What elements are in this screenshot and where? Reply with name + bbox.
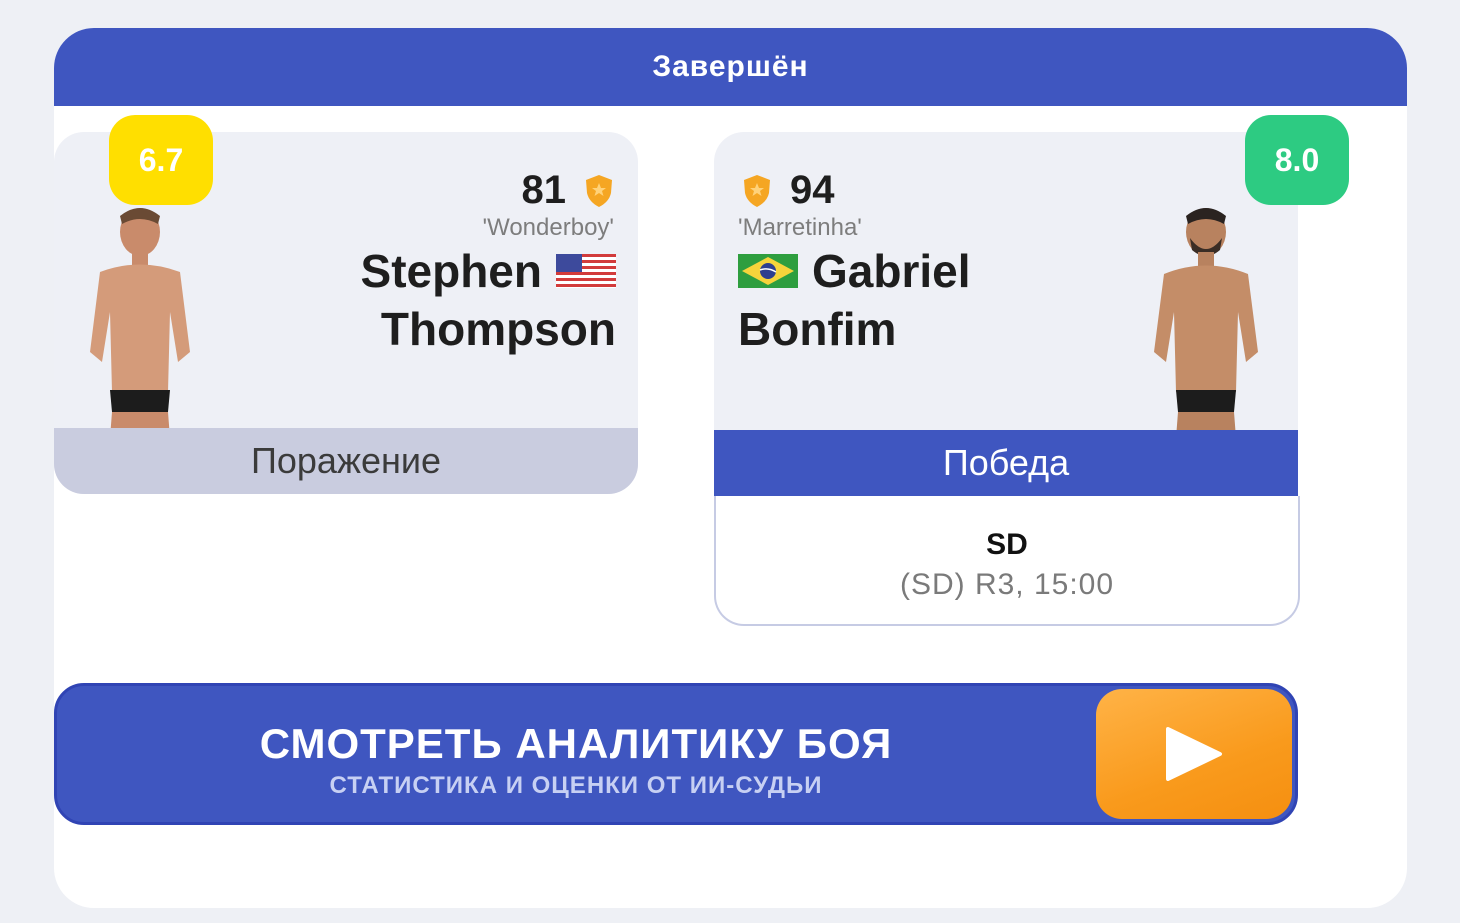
fighter-name[interactable]: Stephen Thompson (361, 242, 616, 358)
win-method-box: SD (SD) R3, 15:00 (714, 496, 1300, 626)
fight-status-label: Завершён (652, 50, 809, 83)
rank-number: 81 (521, 168, 567, 212)
play-button[interactable] (1096, 689, 1292, 819)
fighter-photo-left (90, 208, 190, 438)
fighter-last-name: Thompson (380, 303, 616, 355)
fighter-first-name: Stephen (360, 245, 542, 297)
win-method-detail: (SD) R3, 15:00 (899, 568, 1115, 601)
play-icon (1166, 727, 1222, 781)
cta-subtitle: СТАТИСТИКА И ОЦЕНКИ ОТ ИИ-СУДЬИ (329, 772, 823, 799)
rating-value: 8.0 (1274, 141, 1320, 178)
fighter-card-right[interactable]: 94 'Marretinha' Gabriel Bonfim Победа (714, 132, 1298, 496)
fighter-name[interactable]: Gabriel Bonfim (738, 242, 971, 358)
rank-row-left: 81 (522, 168, 615, 213)
rank-row-right: 94 (742, 168, 835, 213)
fighter-last-name: Bonfim (738, 303, 897, 355)
rating-badge-left: 6.7 (109, 115, 213, 205)
rating-value: 6.7 (138, 141, 184, 178)
result-label: Поражение (250, 440, 442, 481)
win-method-code: SD (986, 528, 1028, 561)
usa-flag-icon (556, 254, 616, 288)
fight-analytics-button[interactable]: СМОТРЕТЬ АНАЛИТИКУ БОЯ СТАТИСТИКА И ОЦЕН… (54, 683, 1298, 825)
result-bar-loss: Поражение (54, 428, 638, 494)
rating-badge-right: 8.0 (1245, 115, 1349, 205)
rank-number: 94 (790, 168, 835, 212)
fighter-nickname: 'Wonderboy' (482, 214, 614, 241)
shield-icon (744, 174, 770, 207)
result-label: Победа (942, 442, 1070, 483)
fighter-first-name: Gabriel (812, 245, 971, 297)
fighter-photo-right (1154, 208, 1258, 438)
fighter-nickname: 'Marretinha' (738, 214, 862, 241)
shield-icon (586, 174, 612, 207)
fight-status-bar: Завершён (54, 28, 1407, 106)
brazil-flag-icon (738, 254, 798, 288)
result-bar-win: Победа (714, 430, 1298, 496)
cta-title: СМОТРЕТЬ АНАЛИТИКУ БОЯ (259, 720, 893, 767)
